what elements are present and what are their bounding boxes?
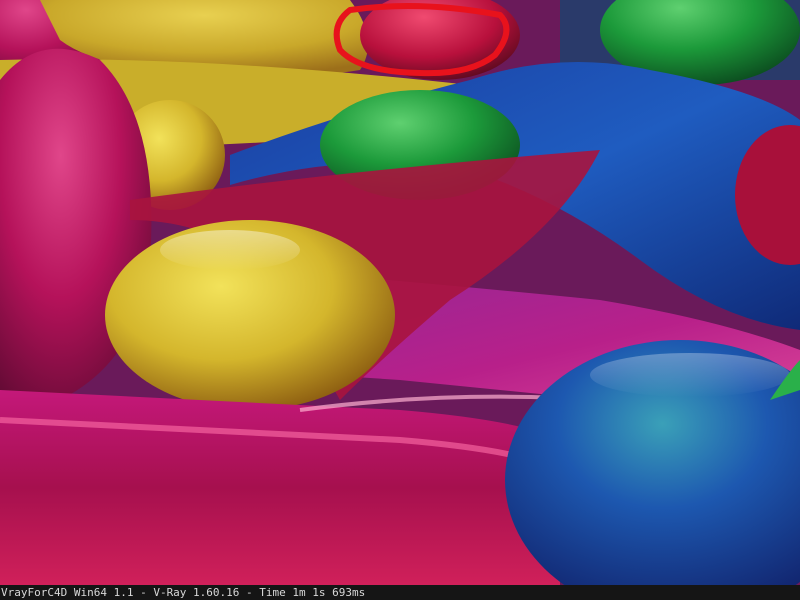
magenta-floor [0,390,560,585]
render-info-text: VrayForC4D Win64 1.1 - V-Ray 1.60.16 - T… [1,586,366,599]
render-image [0,0,800,585]
status-bar: VrayForC4D Win64 1.1 - V-Ray 1.60.16 - T… [0,585,800,600]
